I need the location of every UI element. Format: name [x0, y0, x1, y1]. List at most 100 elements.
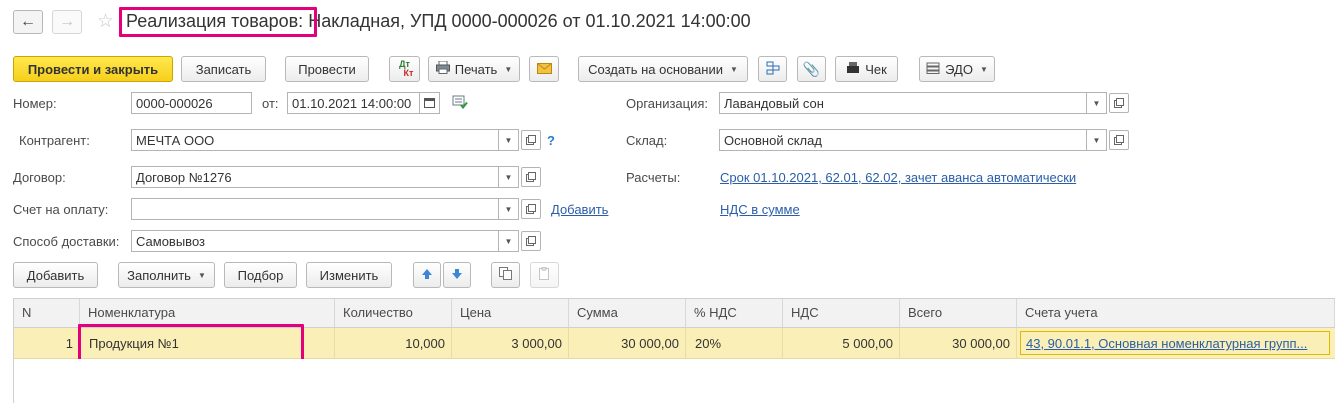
contractor-dropdown[interactable]: ▼	[499, 129, 519, 151]
invoice-label: Счет на оплату:	[13, 202, 109, 217]
warehouse-field[interactable]: Основной склад	[719, 129, 1087, 151]
column-header-vat-rate[interactable]: % НДС	[686, 299, 783, 327]
cell-vat[interactable]: 5 000,00	[783, 328, 900, 358]
delivery-dropdown[interactable]: ▼	[499, 230, 519, 252]
back-button[interactable]: ←	[13, 10, 43, 34]
save-label: Записать	[195, 61, 252, 77]
post-and-close-button[interactable]: Провести и закрыть	[13, 56, 173, 82]
organization-open-button[interactable]	[1109, 93, 1129, 113]
dt-kt-icon-bottom: Кт	[403, 68, 414, 78]
contract-dropdown[interactable]: ▼	[499, 166, 519, 188]
warehouse-open-button[interactable]	[1109, 130, 1129, 150]
dt-kt-button[interactable]: Дт Кт	[389, 56, 420, 82]
chevron-down-icon: ▼	[1092, 135, 1101, 145]
edo-label: ЭДО	[945, 61, 973, 77]
column-header-quantity[interactable]: Количество	[335, 299, 452, 327]
paperclip-icon: 📎	[802, 60, 821, 77]
cell-price[interactable]: 3 000,00	[452, 328, 569, 358]
cell-accounts[interactable]: 43, 90.01.1, Основная номенклатурная гру…	[1017, 328, 1330, 358]
structure-button[interactable]	[758, 56, 787, 82]
column-header-total[interactable]: Всего	[900, 299, 1017, 327]
attach-button[interactable]: 📎	[797, 56, 826, 82]
invoice-dropdown[interactable]: ▼	[499, 198, 519, 220]
pick-label: Подбор	[237, 267, 284, 283]
copy-icon	[499, 267, 512, 283]
change-button[interactable]: Изменить	[306, 262, 392, 288]
cell-quantity[interactable]: 10,000	[335, 328, 452, 358]
invoice-open-button[interactable]	[521, 199, 541, 219]
arrow-right-icon: →	[59, 13, 75, 30]
column-header-item[interactable]: Номенклатура	[80, 299, 335, 327]
star-icon[interactable]: ☆	[97, 10, 114, 33]
contract-field[interactable]: Договор №1276	[131, 166, 499, 188]
invoice-field[interactable]	[131, 198, 499, 220]
chevron-down-icon: ▼	[504, 64, 513, 74]
arrow-up-icon	[421, 268, 433, 283]
column-header-sum[interactable]: Сумма	[569, 299, 686, 327]
open-icon	[526, 133, 536, 148]
contractor-open-button[interactable]	[521, 130, 541, 150]
settlements-link[interactable]: Срок 01.10.2021, 62.01, 62.02, зачет ава…	[720, 170, 1076, 185]
email-button[interactable]	[529, 56, 559, 82]
date-field[interactable]: 01.10.2021 14:00:00	[287, 92, 420, 114]
cell-total[interactable]: 30 000,00	[900, 328, 1017, 358]
chevron-down-icon: ▼	[979, 64, 988, 74]
chevron-down-icon: ▼	[504, 204, 513, 214]
accounts-link[interactable]: 43, 90.01.1, Основная номенклатурная гру…	[1026, 336, 1307, 351]
post-label: Провести	[298, 61, 356, 77]
fill-label: Заполнить	[127, 267, 191, 283]
delivery-open-button[interactable]	[521, 231, 541, 251]
cell-sum[interactable]: 30 000,00	[569, 328, 686, 358]
column-header-vat[interactable]: НДС	[783, 299, 900, 327]
save-button[interactable]: Записать	[181, 56, 266, 82]
open-icon	[526, 170, 536, 185]
hierarchy-icon	[766, 61, 780, 78]
arrow-down-icon	[451, 268, 463, 283]
paste-rows-button[interactable]	[530, 262, 559, 288]
item-highlight-box	[78, 324, 304, 362]
cell-n[interactable]: 1	[14, 328, 80, 358]
open-icon	[526, 234, 536, 249]
delivery-label: Способ доставки:	[13, 234, 120, 249]
open-icon	[526, 202, 536, 217]
post-button[interactable]: Провести	[285, 56, 369, 82]
help-icon[interactable]: ?	[547, 133, 555, 148]
forward-button[interactable]: →	[52, 10, 82, 34]
invoice-add-link[interactable]: Добавить	[551, 202, 608, 217]
warehouse-dropdown[interactable]: ▼	[1087, 129, 1107, 151]
pick-button[interactable]: Подбор	[224, 262, 297, 288]
column-header-n[interactable]: N	[14, 299, 80, 327]
receipt-button[interactable]: Чек	[835, 56, 898, 82]
move-down-button[interactable]	[443, 262, 471, 288]
envelope-icon	[536, 62, 552, 77]
cell-vat-rate[interactable]: 20%	[686, 328, 783, 358]
contractor-field[interactable]: МЕЧТА ООО	[131, 129, 499, 151]
print-button[interactable]: Печать ▼	[428, 56, 520, 82]
chevron-down-icon: ▼	[504, 172, 513, 182]
paste-icon	[538, 267, 551, 283]
delivery-field[interactable]: Самовывоз	[131, 230, 499, 252]
document-status-icon[interactable]	[452, 95, 468, 112]
move-up-button[interactable]	[413, 262, 441, 288]
number-field[interactable]: 0000-000026	[131, 92, 252, 114]
chevron-down-icon: ▼	[504, 135, 513, 145]
organization-field[interactable]: Лавандовый сон	[719, 92, 1087, 114]
settlements-label: Расчеты:	[626, 170, 681, 185]
add-row-button[interactable]: Добавить	[13, 262, 98, 288]
chevron-down-icon: ▼	[1092, 98, 1101, 108]
contract-open-button[interactable]	[521, 167, 541, 187]
printer-icon	[435, 60, 450, 77]
create-based-on-button[interactable]: Создать на основании ▼	[578, 56, 748, 82]
contract-label: Договор:	[13, 170, 66, 185]
calendar-button[interactable]	[420, 92, 440, 114]
organization-dropdown[interactable]: ▼	[1087, 92, 1107, 114]
copy-rows-button[interactable]	[491, 262, 520, 288]
edo-icon	[926, 62, 940, 77]
arrow-left-icon: ←	[20, 13, 36, 30]
fill-button[interactable]: Заполнить ▼	[118, 262, 215, 288]
column-header-accounts[interactable]: Счета учета	[1017, 299, 1335, 327]
column-header-price[interactable]: Цена	[452, 299, 569, 327]
edo-button[interactable]: ЭДО ▼	[919, 56, 995, 82]
chevron-down-icon: ▼	[197, 270, 206, 280]
vat-link[interactable]: НДС в сумме	[720, 202, 800, 217]
